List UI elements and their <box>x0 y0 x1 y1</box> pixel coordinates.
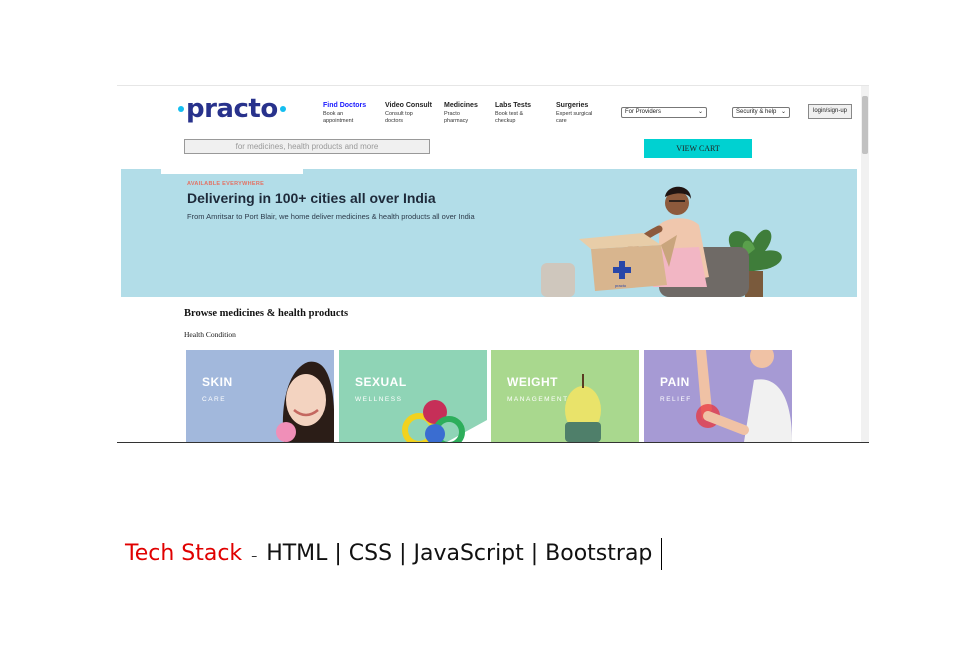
box-logo-text: practo <box>615 283 627 288</box>
security-help-select[interactable]: Security & help ⌄ <box>732 107 790 118</box>
nav-surgeries-title: Surgeries <box>556 102 589 109</box>
logo-dot-right <box>279 106 286 112</box>
health-condition-heading: Health Condition <box>184 330 236 339</box>
providers-select[interactable]: For Providers ⌄ <box>621 107 707 118</box>
card-title: SKIN <box>202 375 233 389</box>
corner-shape <box>447 420 487 442</box>
measuring-tape <box>565 422 601 442</box>
providers-select-value: For Providers <box>625 109 662 115</box>
category-card-pain-relief[interactable]: PAIN RELIEF <box>644 350 792 442</box>
flower-icon <box>276 422 296 442</box>
nav-find-doctors[interactable]: Find Doctors Book an appointment <box>323 102 373 124</box>
nav-find-doctors-sub: Book an appointment <box>323 111 354 124</box>
ring-blue <box>425 424 445 442</box>
card-title: SEXUAL <box>355 375 407 389</box>
shoulder <box>750 350 774 368</box>
view-cart-button[interactable]: VIEW CART <box>644 139 752 158</box>
hero-banner[interactable]: AVAILABLE EVERYWHERE Delivering in 100+ … <box>121 169 857 297</box>
nav-surgeries-sub: Expert surgical care <box>556 111 593 124</box>
banner-notch <box>161 169 303 174</box>
apple-stem <box>582 374 584 388</box>
login-signup-button[interactable]: login/sign-up <box>808 104 852 119</box>
side-table <box>541 263 575 297</box>
category-card-sexual-wellness[interactable]: SEXUAL WELLNESS <box>339 350 487 442</box>
tech-stack-list: HTML | CSS | JavaScript | Bootstrap <box>266 541 653 566</box>
nav-video-consult[interactable]: Video Consult Consult top doctors <box>385 102 432 124</box>
category-card-weight-management[interactable]: WEIGHT MANAGEMENT <box>491 350 639 442</box>
nav-video-consult-title: Video Consult <box>385 102 432 109</box>
forearm <box>703 411 749 435</box>
card-title: WEIGHT <box>507 375 558 389</box>
nav-find-doctors-title: Find Doctors <box>323 102 367 109</box>
tech-stack-caption: Tech Stack – HTML | CSS | JavaScript | B… <box>125 538 663 572</box>
nav-medicines-title: Medicines <box>444 102 478 109</box>
browse-section-title: Browse medicines & health products <box>184 308 349 319</box>
medical-cross-bar <box>613 267 631 273</box>
banner-subtitle: From Amritsar to Port Blair, we home del… <box>187 212 475 221</box>
nav-video-consult-sub: Consult top doctors <box>385 111 413 124</box>
security-select-value: Security & help <box>736 109 777 115</box>
nav-surgeries[interactable]: Surgeries Expert surgical care <box>556 102 602 124</box>
banner-kicker: AVAILABLE EVERYWHERE <box>187 181 265 187</box>
nav-medicines[interactable]: Medicines Practo pharmacy <box>444 102 478 124</box>
card-subtitle: RELIEF <box>660 396 692 403</box>
caption-dash: – <box>251 549 258 563</box>
category-card-skin-care[interactable]: SKIN CARE <box>186 350 334 442</box>
logo-dot-left <box>178 106 184 112</box>
search-input[interactable]: for medicines, health products and more <box>184 139 430 154</box>
chevron-down-icon: ⌄ <box>697 109 703 115</box>
practo-logo[interactable]: practo <box>176 92 288 126</box>
logo-text: practo <box>186 94 278 124</box>
scrollbar-thumb[interactable] <box>862 96 868 154</box>
card-subtitle: CARE <box>202 396 227 403</box>
nav-lab-tests-sub: Book test & checkup <box>495 111 524 124</box>
card-subtitle: WELLNESS <box>355 396 403 403</box>
nav-lab-tests[interactable]: Labs Tests Book test & checkup <box>495 102 531 124</box>
face <box>286 374 326 426</box>
nav-lab-tests-title: Labs Tests <box>495 102 532 109</box>
banner-title: Delivering in 100+ cities all over India <box>187 190 436 206</box>
vertical-scrollbar[interactable] <box>861 86 869 442</box>
card-subtitle: MANAGEMENT <box>507 396 569 403</box>
card-title: PAIN <box>660 375 690 389</box>
top <box>744 379 792 442</box>
browser-screenshot: practo Find Doctors Book an appointment … <box>117 85 869 443</box>
delivery-illustration: practo <box>541 186 782 297</box>
nav-medicines-sub: Practo pharmacy <box>444 111 469 124</box>
tech-stack-label: Tech Stack <box>125 541 243 566</box>
text-cursor <box>661 538 663 570</box>
chevron-down-icon: ⌄ <box>780 109 786 115</box>
